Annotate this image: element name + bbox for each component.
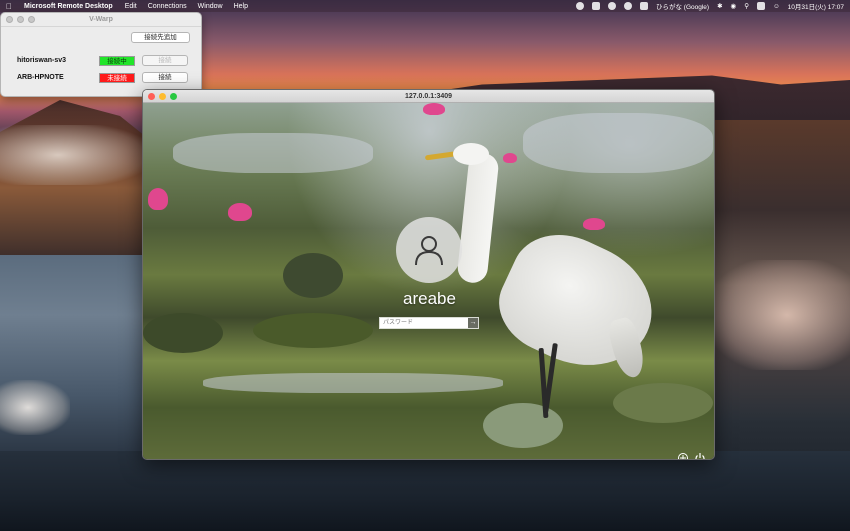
scene-lily-pad xyxy=(613,383,713,423)
desktop-wallpaper-fog xyxy=(0,125,145,185)
search-icon[interactable]: ⚲ xyxy=(744,2,749,10)
password-box: → xyxy=(379,317,479,329)
connect-button[interactable]: 接続 xyxy=(142,72,188,83)
remote-desktop-window: 127.0.0.1:3409 areabe → xyxy=(142,89,715,460)
desktop-wallpaper-sea xyxy=(0,451,850,531)
host-row: hitoriswan-sv3 接続中 接続 xyxy=(1,55,203,67)
status-badge: 未接続 xyxy=(99,73,135,83)
window-title: 127.0.0.1:3409 xyxy=(404,92,453,100)
wifi-icon[interactable]: ◉ xyxy=(731,2,737,10)
apple-icon[interactable]:  xyxy=(6,2,12,11)
app-menu[interactable]: Microsoft Remote Desktop xyxy=(24,3,113,10)
accessibility-icon[interactable] xyxy=(677,452,689,460)
desktop-wallpaper-cloud-right xyxy=(710,260,850,370)
host-row: ARB-HPNOTE 未接続 接続 xyxy=(1,72,203,84)
scene-water xyxy=(203,373,503,393)
submit-arrow-button[interactable]: → xyxy=(468,318,478,328)
scene-egret-neck xyxy=(456,151,500,285)
accessibility-icon[interactable]: ☺ xyxy=(773,3,780,10)
menu-window[interactable]: Window xyxy=(198,3,223,10)
scene-lily-pad xyxy=(253,313,373,348)
scene-lotus-flower xyxy=(583,218,605,230)
scene-water xyxy=(523,113,713,173)
menu-edit[interactable]: Edit xyxy=(125,3,137,10)
scene-water xyxy=(173,133,373,173)
status-icon[interactable] xyxy=(591,2,600,10)
input-method-label[interactable]: ひらがな (Google) xyxy=(656,1,709,11)
host-name: ARB-HPNOTE xyxy=(17,74,64,81)
status-icon[interactable] xyxy=(623,2,632,10)
menu-bar:  Microsoft Remote Desktop Edit Connecti… xyxy=(0,0,850,12)
connect-button[interactable]: 接続 xyxy=(142,55,188,66)
clock[interactable]: 10月31日(火) 17:07 xyxy=(788,1,844,11)
power-icon[interactable] xyxy=(694,452,706,460)
user-icon xyxy=(415,236,443,266)
input-method-icon[interactable] xyxy=(639,2,648,10)
scene-lotus-flower xyxy=(423,103,445,115)
window-title: V-Warp xyxy=(89,16,113,23)
menu-connections[interactable]: Connections xyxy=(148,3,187,10)
control-center-icon[interactable] xyxy=(756,2,765,10)
host-name: hitoriswan-sv3 xyxy=(17,57,67,64)
status-icon[interactable] xyxy=(607,2,616,10)
status-menus: ひらがな (Google) ✱ ◉ ⚲ ☺ 10月31日(火) 17:07 xyxy=(575,1,844,11)
scene-lily-pad xyxy=(143,313,223,353)
vwarp-window: V-Warp 接続先追加 hitoriswan-sv3 接続中 接続 ARB-H… xyxy=(0,12,202,97)
status-icon[interactable] xyxy=(575,2,584,10)
bluetooth-icon[interactable]: ✱ xyxy=(717,2,722,10)
menu-help[interactable]: Help xyxy=(234,3,248,10)
password-input[interactable] xyxy=(380,318,468,328)
rdp-titlebar[interactable]: 127.0.0.1:3409 xyxy=(143,90,714,103)
desktop-wallpaper-cloud xyxy=(0,380,70,435)
user-avatar[interactable] xyxy=(396,217,462,283)
status-badge: 接続中 xyxy=(99,56,135,66)
scene-lotus-flower xyxy=(148,188,168,210)
remote-lock-screen[interactable]: areabe → xyxy=(143,103,714,460)
add-connection-button[interactable]: 接続先追加 xyxy=(131,32,190,43)
scene-egret-head xyxy=(453,143,489,165)
vwarp-titlebar[interactable]: V-Warp xyxy=(1,13,201,27)
scene-lily-pad xyxy=(483,403,563,448)
login-username: areabe xyxy=(403,289,456,308)
scene-lotus-flower xyxy=(228,203,252,221)
scene-lotus-flower xyxy=(503,153,517,163)
